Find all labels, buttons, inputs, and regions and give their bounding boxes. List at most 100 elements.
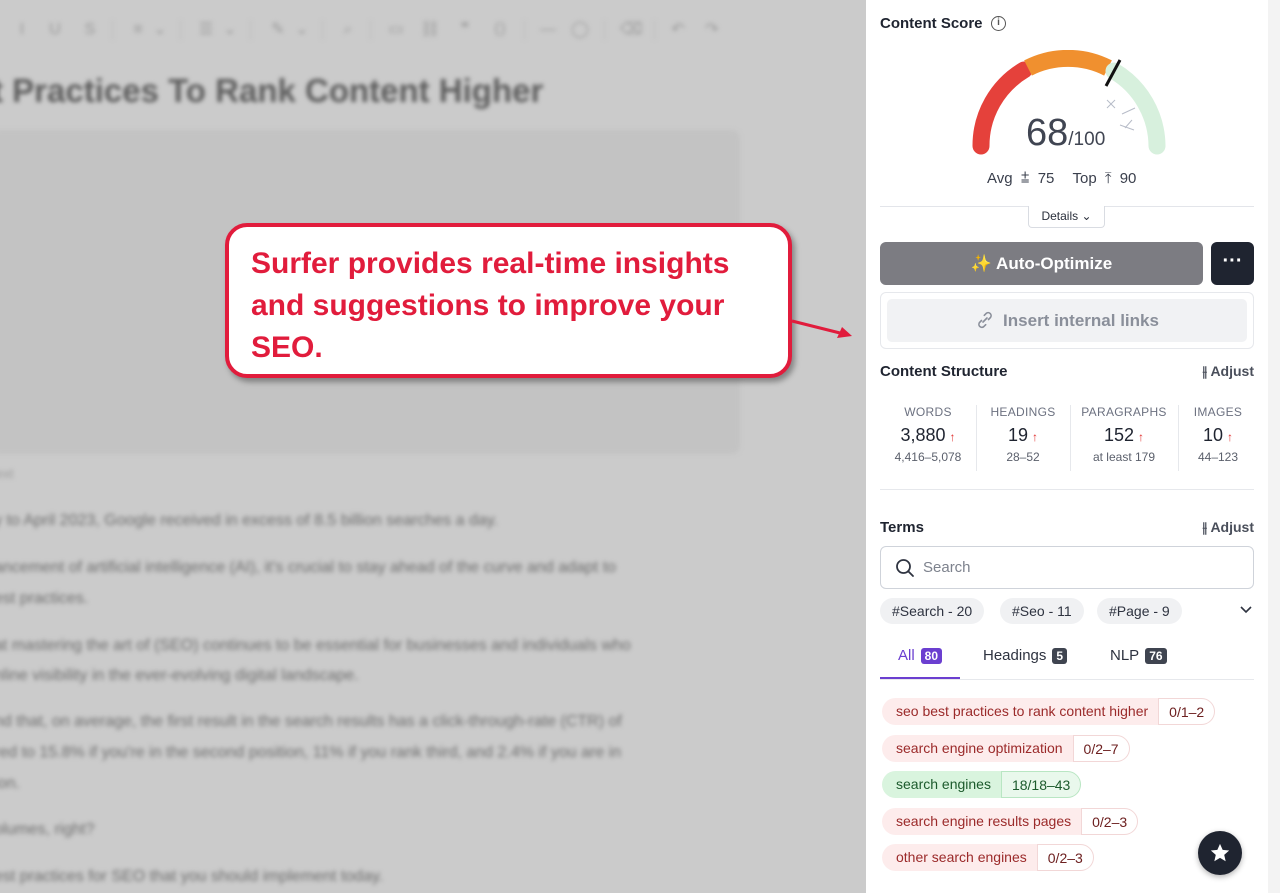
terms-adjust-button[interactable]: ⫲ Adjust — [1203, 519, 1254, 536]
search-icon — [896, 559, 914, 577]
insert-links-container: Insert internal links — [880, 292, 1254, 349]
top-value: 90 — [1119, 170, 1137, 187]
sliders-icon: ⫲ — [1202, 519, 1208, 535]
adjust-label: Adjust — [1210, 519, 1254, 535]
paragraph-line[interactable]: ion. — [0, 768, 20, 799]
toolbar-divider — [370, 20, 371, 40]
paragraph-line[interactable]: at mastering the art of (SEO) continues … — [0, 630, 631, 661]
arrow-up-icon: ↑ — [949, 430, 956, 444]
term-item[interactable]: seo best practices to rank content highe… — [882, 698, 1216, 725]
quote-icon[interactable]: ❞ — [455, 20, 475, 40]
link-icon[interactable]: ⛓ — [420, 20, 440, 40]
chevron-down-icon[interactable]: ⌄ — [292, 20, 312, 40]
stat-label: HEADINGS — [990, 405, 1056, 419]
stat-images: IMAGES 10 ↑ 44–123 — [1184, 405, 1252, 464]
term-item[interactable]: search engines 18/18–43 — [882, 771, 1082, 798]
tab-all[interactable]: All 80 — [898, 647, 943, 664]
chevron-down-icon: ⌄ — [1081, 209, 1092, 223]
editor-content: I U S ≡ ⌄ ☰ ⌄ ✎ ⌄ ⌕ ▭ ⛓ ❞ ⟨⟩ — ◯ ⌫ ↶ ↷ t… — [0, 0, 866, 893]
redo-icon[interactable]: ↷ — [702, 20, 722, 40]
italic-icon[interactable]: I — [12, 20, 32, 40]
insert-internal-links-button[interactable]: Insert internal links — [887, 299, 1247, 342]
panel-scrollbar[interactable] — [1268, 0, 1280, 893]
tab-nlp[interactable]: NLP 76 — [1110, 647, 1167, 664]
paragraph-line[interactable]: nd that, on average, the first result in… — [0, 706, 622, 737]
paragraph-line[interactable]: olumes, right? — [0, 814, 95, 845]
toolbar-divider — [180, 20, 181, 40]
horizontal-rule-icon[interactable]: — — [538, 20, 558, 40]
tag-seo[interactable]: #Seo - 11 — [1000, 598, 1084, 624]
toolbar-divider — [322, 20, 323, 40]
details-button[interactable]: Details ⌄ — [1028, 206, 1105, 228]
stat-label: WORDS — [904, 405, 952, 419]
terms-search-input[interactable] — [923, 547, 1243, 588]
gauge-red-arc — [972, 61, 1033, 155]
image-caption[interactable]: ext — [0, 466, 13, 481]
stat-range: at least 179 — [1092, 450, 1156, 464]
find-icon[interactable]: ⌕ — [338, 20, 358, 40]
chevron-down-icon[interactable]: ⌄ — [150, 20, 170, 40]
stat-range: 4,416–5,078 — [894, 450, 962, 464]
underline-icon[interactable]: U — [45, 20, 65, 40]
tab-label: Headings — [983, 647, 1047, 664]
undo-icon[interactable]: ↶ — [668, 20, 688, 40]
toolbar-divider — [604, 20, 605, 40]
tag-search[interactable]: #Search - 20 — [880, 598, 985, 624]
info-icon[interactable]: i — [991, 16, 1006, 31]
callout-text: Surfer provides real-time insights and s… — [251, 247, 730, 364]
toolbar-divider — [250, 20, 251, 40]
list-icon[interactable]: ☰ — [196, 20, 216, 40]
code-icon[interactable]: ⟨⟩ — [490, 20, 510, 40]
chevron-down-icon[interactable]: ⌄ — [220, 20, 240, 40]
paragraph-line[interactable]: red to 15.8% if you're in the second pos… — [0, 737, 621, 768]
details-label: Details — [1041, 209, 1079, 223]
term-item[interactable]: search engine results pages 0/2–3 — [882, 808, 1139, 835]
term-count: 0/1–2 — [1158, 698, 1216, 725]
paragraph-line[interactable]: nline visibility in the ever-evolving di… — [0, 660, 359, 691]
stat-divider — [976, 405, 977, 471]
image-icon[interactable]: ▭ — [386, 20, 406, 40]
paragraph-line[interactable]: est practices. — [0, 583, 88, 614]
paragraph-line[interactable]: y to April 2023, Google received in exce… — [0, 505, 498, 536]
stat-divider — [1070, 405, 1071, 471]
auto-optimize-button[interactable]: ✨ Auto-Optimize — [880, 242, 1203, 285]
tab-headings[interactable]: Headings 5 — [983, 647, 1068, 664]
paragraph-line[interactable]: ancement of artificial intelligence (AI)… — [0, 552, 616, 583]
stat-value: 152 ↑ — [1080, 425, 1168, 446]
stat-value: 19 ↑ — [986, 425, 1060, 446]
terms-search-box[interactable] — [880, 546, 1254, 589]
term-item[interactable]: search engine optimization 0/2–7 — [882, 735, 1130, 762]
sparkle-icon — [1106, 99, 1136, 131]
optimization-panel: Content Score i 68/100 Avg ⩲ 75 Top ⤒ 90… — [866, 0, 1280, 893]
tab-label: NLP — [1110, 647, 1140, 664]
arrow-up-icon: ↑ — [1138, 430, 1145, 444]
toolbar-divider — [654, 20, 655, 40]
term-count: 18/18–43 — [1000, 771, 1082, 798]
comment-icon[interactable]: ◯ — [570, 20, 590, 40]
clear-format-icon[interactable]: ⌫ — [620, 20, 643, 40]
structure-adjust-button[interactable]: ⫲ Adjust — [1203, 363, 1254, 380]
term-name: search engine optimization — [882, 735, 1073, 762]
adjust-label: Adjust — [1210, 363, 1254, 379]
term-count: 0/2–7 — [1072, 735, 1130, 762]
stat-number: 3,880 — [900, 425, 946, 445]
term-count: 0/2–3 — [1081, 808, 1139, 835]
stat-number: 152 — [1103, 425, 1135, 445]
more-options-button[interactable]: ··· — [1211, 242, 1254, 285]
content-score-value: 68/100 — [1026, 112, 1105, 155]
paragraph-line[interactable]: est practices for SEO that you should im… — [0, 861, 383, 892]
document-title[interactable]: t Practices To Rank Content Higher — [0, 72, 543, 110]
tag-page[interactable]: #Page - 9 — [1097, 598, 1182, 624]
avg-icon: ⩲ — [1020, 170, 1030, 187]
strikethrough-icon[interactable]: S — [80, 20, 100, 40]
tab-count: 5 — [1052, 648, 1068, 664]
tab-label: All — [898, 647, 915, 664]
stat-headings: HEADINGS 19 ↑ 28–52 — [986, 405, 1060, 464]
editor-area: I U S ≡ ⌄ ☰ ⌄ ✎ ⌄ ⌕ ▭ ⛓ ❞ ⟨⟩ — ◯ ⌫ ↶ ↷ t… — [0, 0, 866, 893]
favorite-button[interactable] — [1198, 831, 1242, 875]
align-icon[interactable]: ≡ — [128, 20, 148, 40]
term-item[interactable]: other search engines 0/2–3 — [882, 844, 1094, 871]
highlighter-icon[interactable]: ✎ — [268, 20, 288, 40]
stat-range: 28–52 — [1006, 450, 1040, 464]
chevron-down-icon[interactable] — [1238, 601, 1254, 617]
